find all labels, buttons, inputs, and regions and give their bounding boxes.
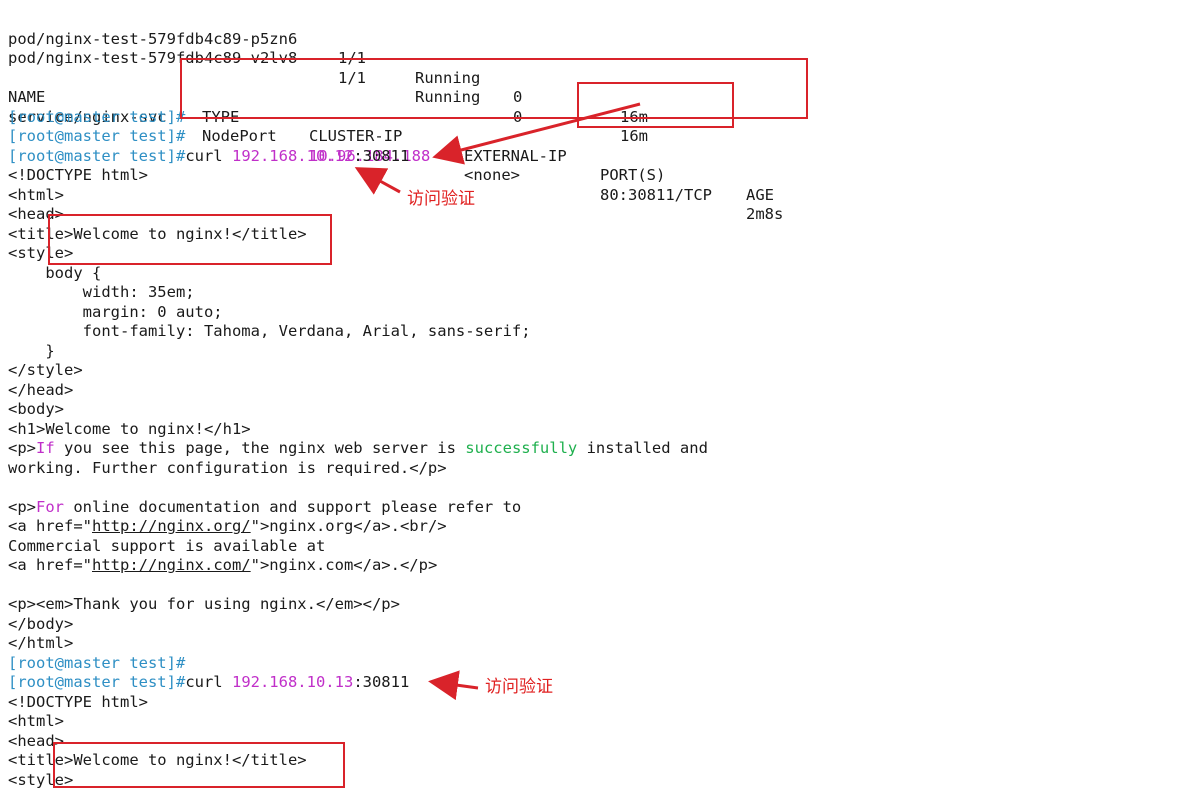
output-line: Commercial support is available at <box>8 536 326 555</box>
arrow-note1 <box>354 167 401 195</box>
shell-prompt: [root@master test]# <box>8 146 186 165</box>
output-line: <a href="http://nginx.org/">nginx.org</a… <box>8 517 447 537</box>
prompt-line: [root@master test]# <box>8 127 185 147</box>
output-line: <!DOCTYPE html> <box>8 692 148 711</box>
col-age-header: AGE <box>746 185 774 204</box>
curl-command-line-1: [root@master test]#curl 192.168.10.12:30… <box>8 147 409 167</box>
svc-age: 2m8s <box>746 205 784 223</box>
svc-header-row: NAME TYPE CLUSTER-IP EXTERNAL-IP PORT(S)… <box>8 69 774 204</box>
shell-prompt: [root@master test]# <box>8 127 186 145</box>
output-line: </style> <box>8 361 83 379</box>
terminal-window[interactable]: pod/nginx-test-579fdb4c89-p5zn6 1/1 Runn… <box>0 0 1200 797</box>
text-span: installed and <box>577 439 708 457</box>
svc-row: service/nginx-svc NodePort 10.96.184.188… <box>8 88 783 224</box>
prompt-line: [root@master test]# <box>8 654 185 674</box>
text-span: <a href=" <box>8 517 92 535</box>
pod-age: 16m <box>620 127 648 145</box>
text-span: If <box>36 439 55 457</box>
url-link[interactable]: http://nginx.com/ <box>92 556 251 574</box>
curl-cmd: curl <box>185 673 232 691</box>
shell-prompt: [root@master test]# <box>8 653 186 672</box>
output-line: font-family: Tahoma, Verdana, Arial, san… <box>8 322 531 340</box>
pod-row: pod/nginx-test-579fdb4c89-v2lv8 1/1 Runn… <box>8 30 648 145</box>
output-line: body { <box>8 263 102 282</box>
curl-port: :30811 <box>353 146 410 165</box>
output-line: <html> <box>8 712 64 730</box>
text-span: For <box>36 497 64 516</box>
verify-access-note-1: 访问验证 <box>407 189 475 209</box>
output-line: <p>If you see this page, the nginx web s… <box>8 439 708 459</box>
text-span: <a href=" <box>8 556 92 574</box>
url-link[interactable]: http://nginx.org/ <box>92 517 251 535</box>
pod-row: pod/nginx-test-579fdb4c89-p5zn6 1/1 Runn… <box>8 10 648 126</box>
col-cluster-ip-header: CLUSTER-IP <box>309 127 403 145</box>
text-span: <p> <box>8 497 36 516</box>
text-span: online documentation and support please … <box>64 497 522 516</box>
svc-ports: 80:30811/TCP <box>600 185 712 204</box>
arrow-note2 <box>428 670 479 701</box>
curl-ip: 192.168.10.12 <box>231 146 354 165</box>
curl-cmd: curl <box>185 146 232 165</box>
output-line: <a href="http://nginx.com/">nginx.com</a… <box>8 556 437 576</box>
output-line: <!DOCTYPE html> <box>8 166 148 184</box>
output-line: <body> <box>8 400 64 418</box>
curl-port: :30811 <box>353 673 410 691</box>
svc-external-ip: <none> <box>464 166 520 184</box>
text-span: ">nginx.org</a>.<br/> <box>250 517 447 535</box>
shell-prompt: [root@master test]# <box>8 673 186 691</box>
col-external-ip-header: EXTERNAL-IP <box>464 146 567 165</box>
title-highlight-box-2 <box>53 742 345 788</box>
output-line: } <box>8 341 55 360</box>
output-line: <p>For online documentation and support … <box>8 498 521 518</box>
output-line: working. Further configuration is requir… <box>8 458 447 477</box>
title-highlight-box-1 <box>48 214 332 265</box>
output-line: <html> <box>8 185 64 204</box>
curl-ip: 192.168.10.13 <box>231 673 354 691</box>
text-span: <p> <box>8 439 36 457</box>
output-line: <h1>Welcome to nginx!</h1> <box>8 419 251 438</box>
output-line: width: 35em; <box>8 283 195 301</box>
prompt-line: [root@master test]# <box>8 108 185 128</box>
output-line: <p><em>Thank you for using nginx.</em></… <box>8 595 400 613</box>
text-span: you see this page, the nginx web server … <box>54 439 466 457</box>
svc-type: NodePort <box>202 127 277 145</box>
output-line: margin: 0 auto; <box>8 302 223 321</box>
pod-name: pod/nginx-test-579fdb4c89-p5zn6 <box>8 29 298 48</box>
text-span: ">nginx.com</a>.</p> <box>250 556 438 574</box>
verify-access-note-2: 访问验证 <box>485 677 553 697</box>
curl-command-line-2: [root@master test]#curl 192.168.10.13:30… <box>8 673 409 693</box>
port-highlight-box <box>577 82 734 128</box>
text-span: successfully <box>465 439 578 457</box>
output-line: </head> <box>8 380 74 399</box>
output-line: </body> <box>8 614 74 633</box>
col-ports-header: PORT(S) <box>600 166 666 184</box>
output-line: </html> <box>8 634 74 652</box>
shell-prompt: [root@master test]# <box>8 107 186 126</box>
